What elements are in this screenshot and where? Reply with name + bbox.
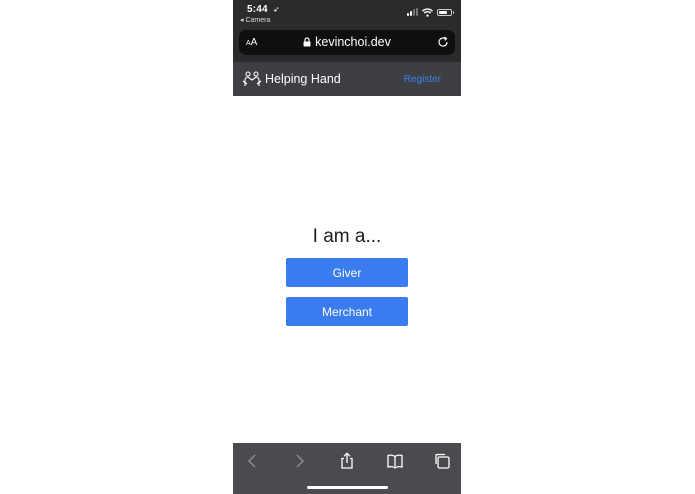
tabs-icon[interactable] bbox=[433, 452, 451, 470]
register-link[interactable]: Register bbox=[404, 74, 441, 85]
url-text: kevinchoi.dev bbox=[315, 35, 391, 49]
location-arrow-icon: ➶ bbox=[272, 5, 280, 14]
forward-icon[interactable] bbox=[290, 452, 308, 470]
phone-screen: 5:44 ➶ ◂ Camera AA kevinchoi.dev Helping… bbox=[233, 0, 461, 494]
browser-url-area: AA kevinchoi.dev bbox=[233, 27, 461, 62]
signal-icon bbox=[407, 8, 418, 16]
url-display[interactable]: kevinchoi.dev bbox=[239, 35, 455, 49]
back-to-camera-link[interactable]: ◂ Camera bbox=[240, 16, 270, 24]
giver-button[interactable]: Giver bbox=[286, 258, 408, 287]
main-content: I am a... Giver Merchant bbox=[233, 96, 461, 443]
status-bar: 5:44 ➶ ◂ Camera bbox=[233, 0, 461, 27]
reload-icon[interactable] bbox=[437, 36, 449, 48]
lock-icon bbox=[303, 37, 311, 47]
brand-name: Helping Hand bbox=[265, 72, 341, 86]
bookmarks-icon[interactable] bbox=[386, 452, 404, 470]
status-time-group: 5:44 ➶ bbox=[247, 4, 280, 15]
url-bar[interactable]: AA kevinchoi.dev bbox=[239, 30, 455, 55]
brand-link[interactable]: Helping Hand bbox=[242, 71, 341, 87]
wifi-icon bbox=[422, 7, 433, 17]
handshake-icon bbox=[242, 71, 262, 86]
home-indicator[interactable] bbox=[307, 486, 388, 489]
share-icon[interactable] bbox=[338, 452, 356, 470]
merchant-button[interactable]: Merchant bbox=[286, 297, 408, 326]
battery-icon bbox=[437, 8, 454, 16]
back-icon[interactable] bbox=[244, 452, 262, 470]
app-navbar: Helping Hand Register bbox=[233, 62, 461, 96]
page-heading: I am a... bbox=[312, 226, 382, 247]
status-time: 5:44 bbox=[247, 4, 268, 15]
status-icons bbox=[407, 7, 454, 17]
